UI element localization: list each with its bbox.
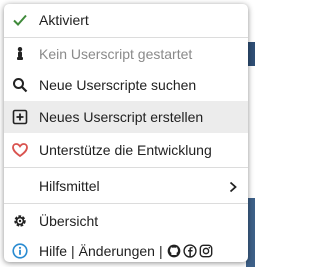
menu-item-label: Hilfsmittel xyxy=(39,177,100,194)
menu-item-label: Neues Userscript erstellen xyxy=(39,109,204,125)
plus-square-icon xyxy=(12,109,28,125)
chevron-right-icon xyxy=(228,180,238,192)
menu-separator xyxy=(4,167,248,168)
instagram-icon[interactable] xyxy=(199,244,213,258)
help-links: Hilfe | Änderungen | xyxy=(39,243,213,259)
info-icon xyxy=(12,243,28,259)
menu-item-label: Übersicht xyxy=(39,212,99,229)
extension-popup-menu: Aktiviert Kein Userscript gestartet Neue… xyxy=(4,4,248,262)
facebook-icon[interactable] xyxy=(182,244,197,258)
check-icon xyxy=(12,12,28,28)
menu-item-label: Aktiviert xyxy=(39,12,89,28)
menu-item-create-script[interactable]: Neues Userscript erstellen xyxy=(4,101,248,133)
menu-separator xyxy=(4,37,248,38)
menu-item-no-userscript: Kein Userscript gestartet xyxy=(4,39,248,69)
menu-item-enabled[interactable]: Aktiviert xyxy=(4,4,248,36)
tampermonkey-icon xyxy=(12,46,28,62)
heart-icon xyxy=(12,142,28,158)
help-link[interactable]: Hilfe xyxy=(39,243,67,259)
menu-item-overview[interactable]: Übersicht xyxy=(4,205,248,236)
search-icon xyxy=(12,77,28,93)
gear-icon xyxy=(12,213,28,229)
link-separator: | xyxy=(71,243,75,259)
menu-item-label: Unterstütze die Entwicklung xyxy=(39,141,212,158)
changes-link[interactable]: Änderungen xyxy=(79,243,155,259)
menu-item-support[interactable]: Unterstütze die Entwicklung xyxy=(4,133,248,166)
github-icon[interactable] xyxy=(167,244,181,258)
menu-item-help[interactable]: Hilfe | Änderungen | xyxy=(4,236,248,262)
menu-separator xyxy=(4,203,248,204)
menu-item-label: Kein Userscript gestartet xyxy=(39,46,193,62)
menu-item-tools[interactable]: Hilfsmittel xyxy=(4,169,248,202)
menu-item-label: Neue Userscripte suchen xyxy=(39,77,197,93)
link-separator: | xyxy=(158,243,163,259)
menu-item-search-scripts[interactable]: Neue Userscripte suchen xyxy=(4,69,248,101)
